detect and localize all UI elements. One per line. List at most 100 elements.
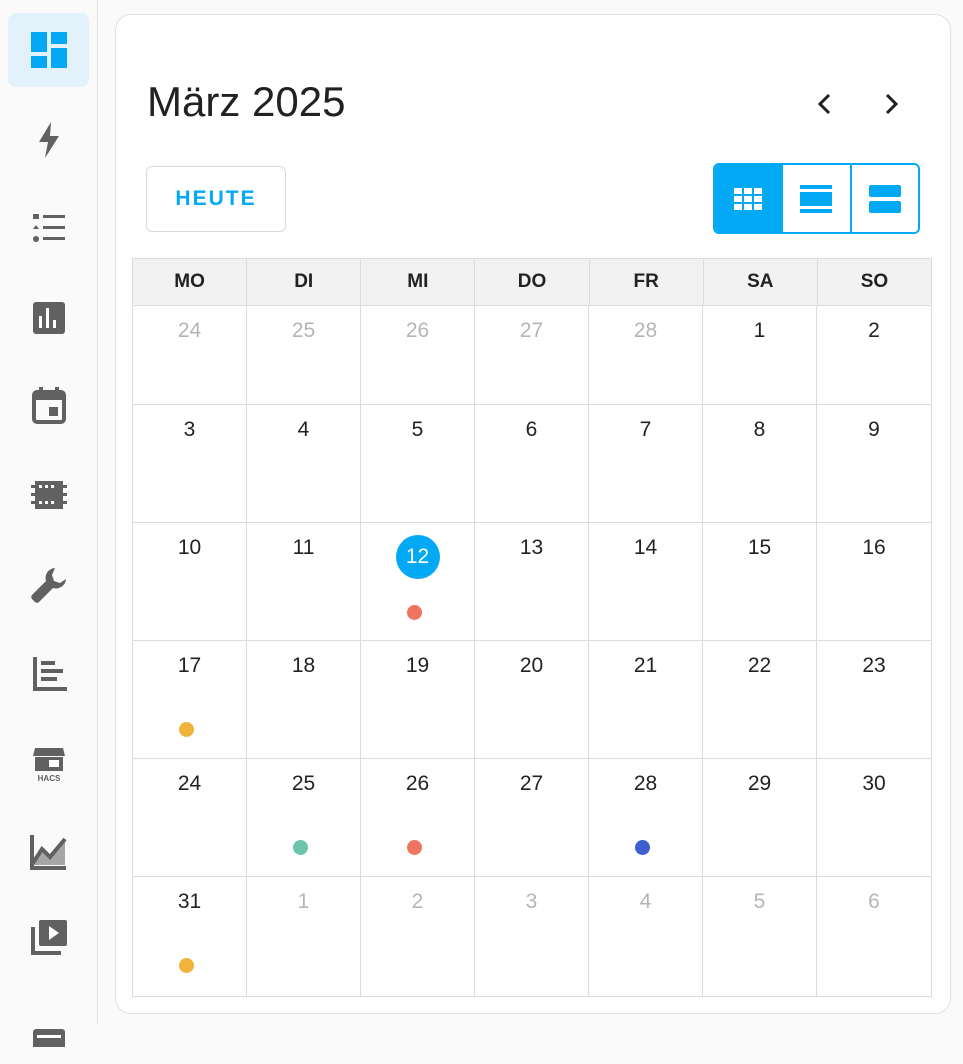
event-dot[interactable]	[179, 958, 194, 973]
weekday-label: MO	[174, 271, 205, 292]
calendar-icon	[31, 387, 66, 424]
day-cell[interactable]: 27	[475, 306, 589, 405]
day-number: 7	[639, 418, 652, 441]
page-title: März 2025	[147, 78, 346, 125]
day-cell[interactable]: 1	[703, 306, 817, 405]
sidebar-item-devices[interactable]	[8, 458, 89, 532]
weekday-label: DO	[474, 259, 588, 305]
day-number: 25	[291, 319, 316, 342]
day-number: 24	[177, 319, 202, 342]
weekday-label: SA	[702, 259, 817, 305]
today-button[interactable]: HEUTE	[146, 166, 286, 232]
month-view-button[interactable]	[715, 165, 782, 232]
day-cell[interactable]: 4	[589, 877, 703, 996]
day-cell[interactable]: 1	[247, 877, 361, 996]
day-cell[interactable]: 14	[589, 523, 703, 641]
day-cell[interactable]: 6	[475, 405, 589, 523]
terminal-icon	[32, 1029, 65, 1047]
day-cell[interactable]: 20	[475, 641, 589, 759]
day-cell[interactable]: 15	[703, 523, 817, 641]
day-cell[interactable]: 24	[133, 306, 247, 405]
day-number: 11	[292, 536, 315, 559]
day-number: 27	[519, 319, 544, 342]
day-cell[interactable]: 5	[361, 405, 475, 523]
day-number: 16	[862, 536, 886, 559]
day-cell[interactable]: 6	[817, 877, 931, 996]
day-cell[interactable]: 2	[817, 306, 931, 405]
day-number: 13	[519, 536, 544, 559]
day-number: 28	[633, 772, 658, 795]
day-cell[interactable]: 25	[247, 759, 361, 877]
day-view-icon	[868, 184, 901, 213]
sidebar-item-todo[interactable]	[8, 191, 89, 265]
sidebar-item-media[interactable]	[8, 900, 89, 974]
day-number: 8	[753, 418, 766, 441]
day-cell[interactable]: 5	[703, 877, 817, 996]
sidebar-item-hacs[interactable]: HACS	[8, 727, 89, 801]
day-number: 2	[411, 890, 424, 913]
next-month-button[interactable]	[869, 82, 913, 126]
day-number: 6	[525, 418, 538, 441]
day-number: 19	[405, 654, 430, 677]
day-cell[interactable]: 28	[589, 306, 703, 405]
day-cell[interactable]: 11	[247, 523, 361, 641]
event-dot[interactable]	[407, 605, 422, 620]
day-number: 3	[183, 418, 196, 441]
sidebar-item-calendar[interactable]	[8, 368, 89, 442]
sidebar-item-statistics[interactable]	[8, 814, 89, 888]
day-number: 1	[297, 890, 310, 913]
sidebar: HACS	[0, 0, 98, 1047]
dashboard-icon	[30, 32, 67, 68]
day-cell[interactable]: 26	[361, 759, 475, 877]
day-cell[interactable]: 12	[361, 523, 475, 641]
day-cell[interactable]: 29	[703, 759, 817, 877]
previous-month-button[interactable]	[803, 82, 847, 126]
day-cell[interactable]: 4	[247, 405, 361, 523]
weekday-label: MI	[360, 259, 474, 305]
sidebar-item-logbook[interactable]	[8, 637, 89, 711]
logbook-icon	[32, 657, 67, 691]
day-cell[interactable]: 9	[817, 405, 931, 523]
day-cell[interactable]: 31	[133, 877, 247, 996]
day-cell[interactable]: 16	[817, 523, 931, 641]
day-view-button[interactable]	[849, 165, 918, 232]
hacs-icon: HACS	[32, 748, 65, 783]
day-cell[interactable]: 25	[247, 306, 361, 405]
day-cell[interactable]: 18	[247, 641, 361, 759]
event-dot[interactable]	[635, 840, 650, 855]
day-number: 24	[177, 772, 202, 795]
day-number: 21	[633, 654, 658, 677]
day-cell[interactable]: 22	[703, 641, 817, 759]
day-number: 5	[753, 890, 766, 913]
day-number: 20	[519, 654, 544, 677]
event-dot[interactable]	[179, 722, 194, 737]
weekday-header: MO DI MI DO FR SA SO	[133, 259, 931, 306]
sidebar-item-terminal[interactable]	[8, 990, 89, 1064]
day-cell[interactable]: 26	[361, 306, 475, 405]
day-cell[interactable]: 19	[361, 641, 475, 759]
day-cell[interactable]: 10	[133, 523, 247, 641]
day-cell[interactable]: 24	[133, 759, 247, 877]
day-cell[interactable]: 2	[361, 877, 475, 996]
day-cell[interactable]: 8	[703, 405, 817, 523]
day-cell[interactable]: 27	[475, 759, 589, 877]
day-cell[interactable]: 28	[589, 759, 703, 877]
event-dot[interactable]	[407, 840, 422, 855]
sidebar-item-overview[interactable]	[8, 13, 89, 87]
day-cell[interactable]: 21	[589, 641, 703, 759]
day-number: 23	[862, 654, 886, 677]
event-dot[interactable]	[293, 840, 308, 855]
day-cell[interactable]: 7	[589, 405, 703, 523]
view-switcher	[713, 163, 920, 234]
sidebar-item-history[interactable]	[8, 281, 89, 355]
day-cell[interactable]: 3	[133, 405, 247, 523]
day-cell[interactable]: 13	[475, 523, 589, 641]
chart-line-icon	[29, 835, 67, 870]
week-view-button[interactable]	[781, 165, 850, 232]
day-cell[interactable]: 30	[817, 759, 931, 877]
day-cell[interactable]: 23	[817, 641, 931, 759]
day-cell[interactable]: 3	[475, 877, 589, 996]
day-cell[interactable]: 17	[133, 641, 247, 759]
sidebar-item-settings[interactable]	[8, 548, 89, 622]
sidebar-item-energy[interactable]	[8, 103, 89, 177]
